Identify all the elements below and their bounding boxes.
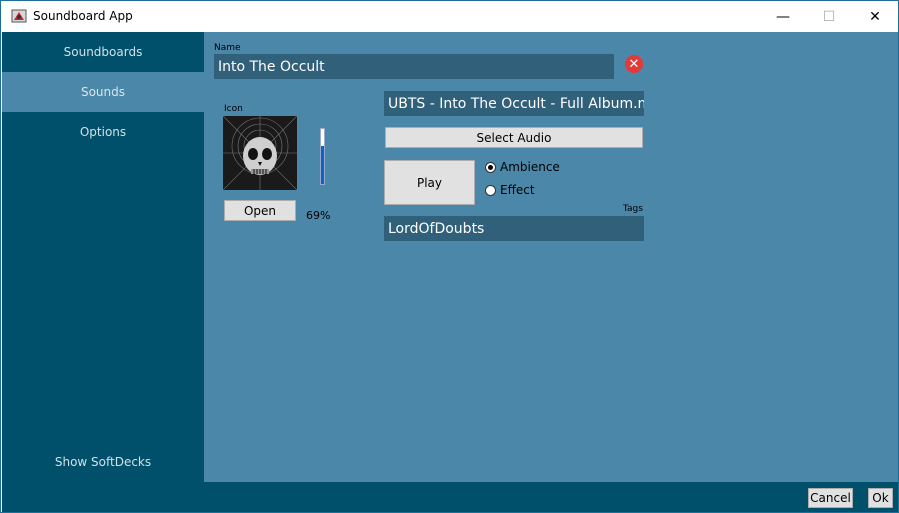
icon-label: Icon xyxy=(224,104,243,114)
cancel-button[interactable]: Cancel xyxy=(808,488,853,508)
sidebar: Soundboards Sounds Options Show SoftDeck… xyxy=(2,32,204,482)
tags-label: Tags xyxy=(623,204,643,214)
sound-icon-image xyxy=(223,116,297,190)
maximize-button[interactable]: ☐ xyxy=(806,1,852,32)
name-label: Name xyxy=(214,43,241,53)
name-input[interactable]: Into The Occult xyxy=(214,54,614,79)
show-softdecks-button[interactable]: Show SoftDecks xyxy=(2,442,204,482)
title-bar[interactable]: Soundboard App — ☐ ✕ xyxy=(1,1,898,32)
close-window-button[interactable]: ✕ xyxy=(852,1,898,32)
remove-sound-button[interactable]: ✕ xyxy=(625,55,643,73)
volume-slider[interactable] xyxy=(320,128,325,185)
sidebar-item-soundboards[interactable]: Soundboards xyxy=(2,32,204,72)
maximize-icon: ☐ xyxy=(822,8,836,25)
audio-file-field[interactable]: UBTS - Into The Occult - Full Album.mp3 xyxy=(384,91,644,116)
sidebar-item-sounds[interactable]: Sounds xyxy=(2,72,204,112)
ambience-radio-option[interactable]: Ambience xyxy=(485,160,560,174)
effect-radio-option[interactable]: Effect xyxy=(485,183,535,197)
volume-percent: 69% xyxy=(306,209,331,222)
open-icon-button[interactable]: Open xyxy=(224,200,296,221)
minimize-button[interactable]: — xyxy=(760,1,806,32)
app-window: Soundboard App — ☐ ✕ Soundboards Sounds … xyxy=(0,0,899,513)
minimize-icon: — xyxy=(776,8,790,25)
bottom-bar: Cancel Ok xyxy=(2,482,898,512)
window-title: Soundboard App xyxy=(33,9,133,23)
sidebar-item-options[interactable]: Options xyxy=(2,112,204,152)
skull-artwork-icon xyxy=(223,116,297,190)
close-icon: ✕ xyxy=(869,8,881,25)
play-button[interactable]: Play xyxy=(384,160,475,205)
effect-label: Effect xyxy=(500,183,535,197)
select-audio-button[interactable]: Select Audio xyxy=(385,127,643,148)
ok-button[interactable]: Ok xyxy=(868,488,893,508)
effect-radio[interactable] xyxy=(485,184,496,196)
close-circle-icon: ✕ xyxy=(628,56,640,72)
ambience-radio[interactable] xyxy=(485,161,496,173)
ambience-label: Ambience xyxy=(500,160,560,174)
tags-input[interactable]: LordOfDoubts xyxy=(384,216,644,241)
volume-slider-fill xyxy=(321,146,324,184)
app-icon xyxy=(11,9,27,23)
